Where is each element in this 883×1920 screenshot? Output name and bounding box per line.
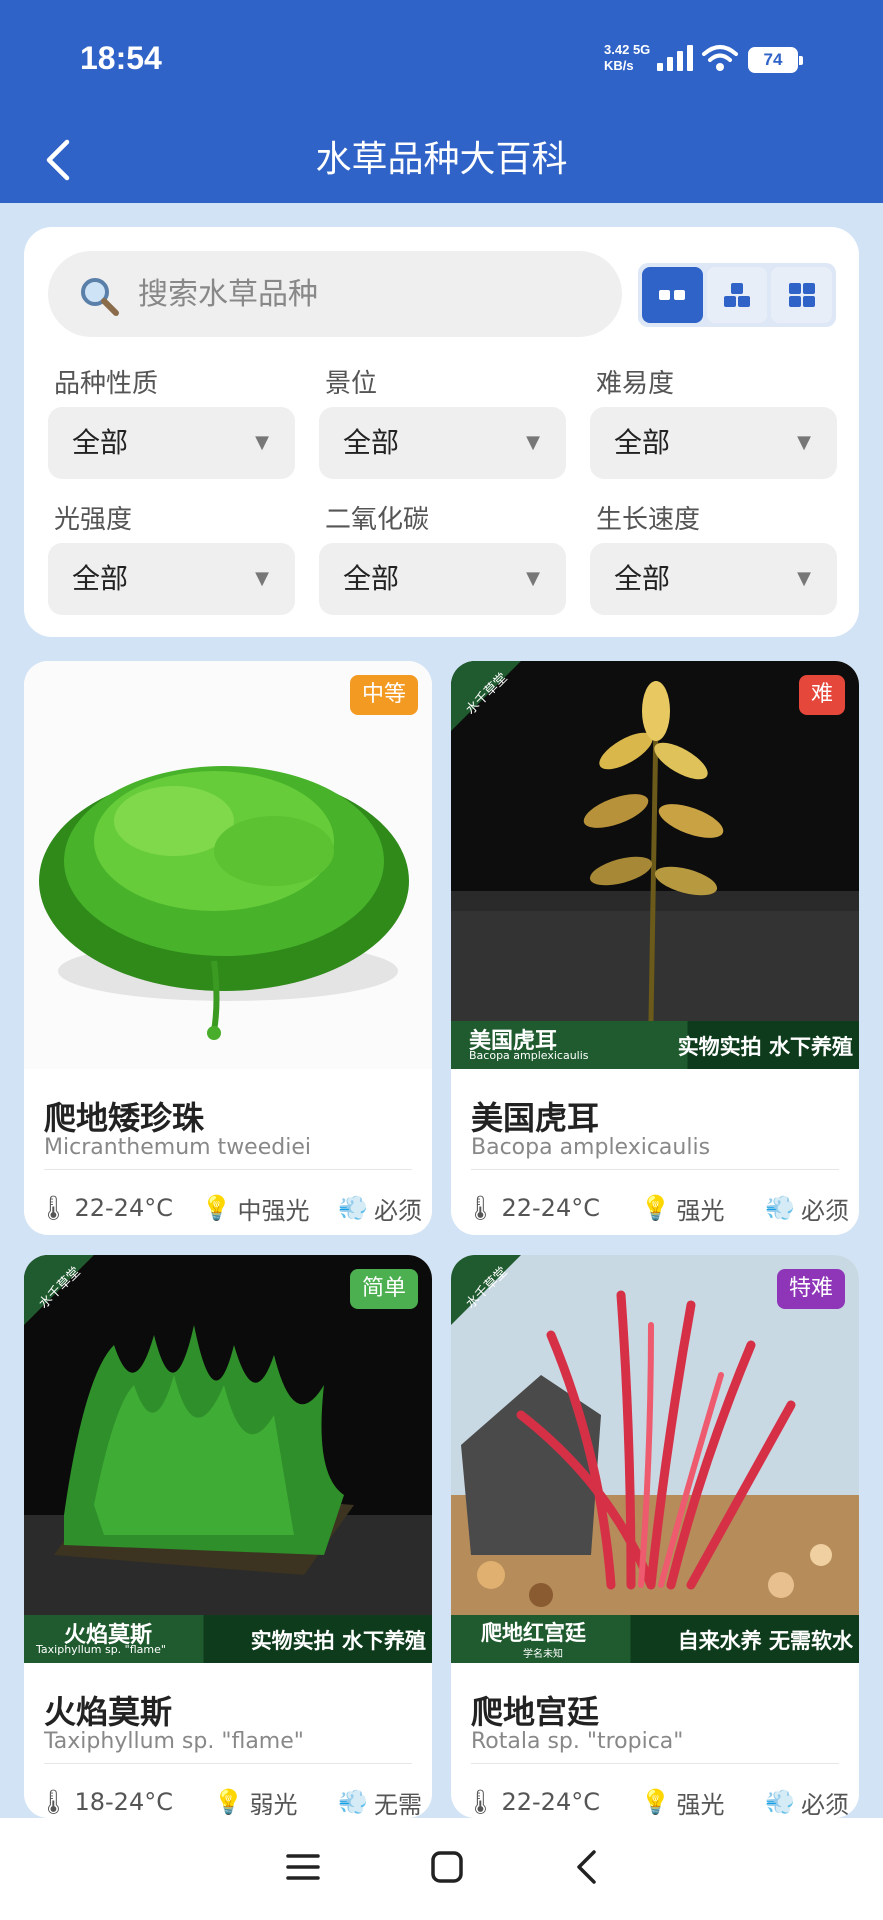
system-back-button[interactable] <box>574 1849 598 1889</box>
home-button[interactable] <box>430 1850 464 1888</box>
dropdown-arrow-icon: ▼ <box>797 568 811 589</box>
plant-stats: 🌡 18-24°C 💡 弱光 💨 无需 <box>38 1777 422 1818</box>
co2-stat: 💨 必须 <box>765 1788 849 1818</box>
two-column-icon <box>659 290 686 300</box>
dropdown-arrow-icon: ▼ <box>526 432 540 453</box>
image-caption-strip: 美国虎耳 Bacopa amplexicaulis 实物实拍 水下养殖 <box>451 1021 859 1069</box>
lightbulb-icon: 💡 <box>201 1194 232 1222</box>
filter-label: 二氧化碳 <box>325 505 430 535</box>
dropdown-arrow-icon: ▼ <box>797 432 811 453</box>
view-mode-toggle <box>638 263 836 327</box>
thermometer-icon: 🌡 <box>465 1788 496 1816</box>
temperature-stat: 🌡 22-24°C <box>465 1194 600 1222</box>
co2-icon: 💨 <box>338 1194 368 1222</box>
light-stat: 💡 强光 <box>640 1194 725 1225</box>
plant-stats: 🌡 22-24°C 💡 中强光 💨 必须 <box>38 1183 422 1233</box>
plant-image: 水千草堂 <box>24 1255 432 1663</box>
stacked-icon <box>724 283 750 307</box>
difficulty-badge: 特难 <box>776 1269 845 1309</box>
difficulty-badge: 难 <box>798 675 845 715</box>
signal-icon <box>657 45 693 71</box>
network-speed: 3.42 5G KB/s <box>604 42 651 73</box>
menu-button[interactable] <box>285 1852 320 1886</box>
co2-stat: 💨 无需 <box>338 1788 422 1818</box>
light-stat: 💡 中强光 <box>201 1194 310 1225</box>
plant-name: 爬地宫廷 <box>471 1693 600 1731</box>
filter-label: 难易度 <box>596 369 675 399</box>
menu-icon <box>285 1854 320 1880</box>
view-stacked-button[interactable] <box>706 267 768 323</box>
dropdown-arrow-icon: ▼ <box>255 432 269 453</box>
lightbulb-icon: 💡 <box>640 1194 671 1222</box>
plant-image <box>24 661 432 1069</box>
lightbulb-icon: 💡 <box>213 1788 244 1816</box>
plant-scientific-name: Rotala sp. "tropica" <box>471 1729 684 1754</box>
filter-label: 光强度 <box>54 505 133 535</box>
divider <box>471 1169 839 1170</box>
co2-icon: 💨 <box>765 1788 795 1816</box>
divider <box>44 1763 412 1764</box>
co2-icon: 💨 <box>338 1788 368 1816</box>
filter-select-position[interactable]: 全部 ▼ <box>319 407 566 479</box>
plant-stats: 🌡 22-24°C 💡 强光 💨 必须 <box>465 1183 849 1233</box>
filter-select-variety[interactable]: 全部 ▼ <box>48 407 295 479</box>
plant-name: 火焰莫斯 <box>44 1693 173 1731</box>
view-two-column-button[interactable] <box>642 267 703 323</box>
app-bar: 水草品种大百科 <box>0 120 883 203</box>
search-bar[interactable] <box>48 251 622 337</box>
plant-scientific-name: Micranthemum tweediei <box>44 1135 311 1160</box>
dropdown-arrow-icon: ▼ <box>526 568 540 589</box>
filter-select-light[interactable]: 全部 ▼ <box>48 543 295 615</box>
filter-select-co2[interactable]: 全部 ▼ <box>319 543 566 615</box>
thermometer-icon: 🌡 <box>38 1194 69 1222</box>
temperature-stat: 🌡 22-24°C <box>38 1194 173 1222</box>
plant-name: 美国虎耳 <box>471 1099 600 1137</box>
battery-indicator: 74 <box>748 47 803 73</box>
plant-name: 爬地矮珍珠 <box>44 1099 205 1137</box>
plant-scientific-name: Bacopa amplexicaulis <box>471 1135 711 1160</box>
plant-image: 水千草堂 <box>451 661 859 1069</box>
difficulty-badge: 简单 <box>349 1269 418 1309</box>
wifi-icon <box>702 45 738 71</box>
filter-label: 生长速度 <box>596 505 701 535</box>
plant-stats: 🌡 22-24°C 💡 强光 💨 必须 <box>465 1777 849 1818</box>
thermometer-icon: 🌡 <box>465 1194 496 1222</box>
plant-image: 水千草堂 <box>451 1255 859 1663</box>
page-title: 水草品种大百科 <box>315 139 568 180</box>
light-stat: 💡 强光 <box>640 1788 725 1818</box>
search-input[interactable] <box>138 251 608 337</box>
back-icon <box>576 1850 596 1884</box>
divider <box>44 1169 412 1170</box>
lightbulb-icon: 💡 <box>640 1788 671 1816</box>
difficulty-badge: 中等 <box>349 675 418 715</box>
status-bar: 18:54 3.42 5G KB/s 74 <box>0 0 883 120</box>
filter-panel: 品种性质 景位 难易度 全部▼ 全部▼ 全部▼ 光强度 二氧化碳 生长速度 全部… <box>24 227 859 637</box>
temperature-stat: 🌡 18-24°C <box>38 1788 173 1816</box>
co2-icon: 💨 <box>765 1194 795 1222</box>
system-nav-bar <box>0 1818 883 1920</box>
plant-card[interactable]: 中等 爬地矮珍珠 Micranthemum tweediei 🌡 22-24°C … <box>24 661 432 1235</box>
plant-card[interactable]: 水千草堂 火焰莫斯 Taxiphyllum sp. "flame" 实物实拍 水… <box>24 1255 432 1818</box>
filter-select-growth[interactable]: 全部 ▼ <box>590 543 837 615</box>
thermometer-icon: 🌡 <box>38 1788 69 1816</box>
status-time: 18:54 <box>80 40 162 76</box>
filter-select-difficulty[interactable]: 全部 ▼ <box>590 407 837 479</box>
search-icon <box>81 278 119 316</box>
temperature-stat: 🌡 22-24°C <box>465 1788 600 1816</box>
filter-label: 品种性质 <box>54 369 159 399</box>
image-caption-strip: 火焰莫斯 Taxiphyllum sp. "flame" 实物实拍 水下养殖 <box>24 1615 432 1663</box>
filter-label: 景位 <box>325 369 378 399</box>
grid-icon <box>788 283 815 307</box>
co2-stat: 💨 必须 <box>765 1194 849 1225</box>
plant-card[interactable]: 水千草堂 爬地红宫廷 学名未知 自来水养 无需软水 特难 爬地宫廷 Rotala… <box>451 1255 859 1818</box>
image-caption-strip: 爬地红宫廷 学名未知 自来水养 无需软水 <box>451 1615 859 1663</box>
divider <box>471 1763 839 1764</box>
dropdown-arrow-icon: ▼ <box>255 568 269 589</box>
home-icon <box>430 1851 463 1883</box>
view-grid-button[interactable] <box>771 267 833 323</box>
light-stat: 💡 弱光 <box>213 1788 298 1818</box>
plant-card[interactable]: 水千草堂 美国虎耳 Bacopa amplexicaulis 实物实拍 水下养殖… <box>451 661 859 1235</box>
co2-stat: 💨 必须 <box>338 1194 422 1225</box>
plant-scientific-name: Taxiphyllum sp. "flame" <box>44 1729 304 1754</box>
